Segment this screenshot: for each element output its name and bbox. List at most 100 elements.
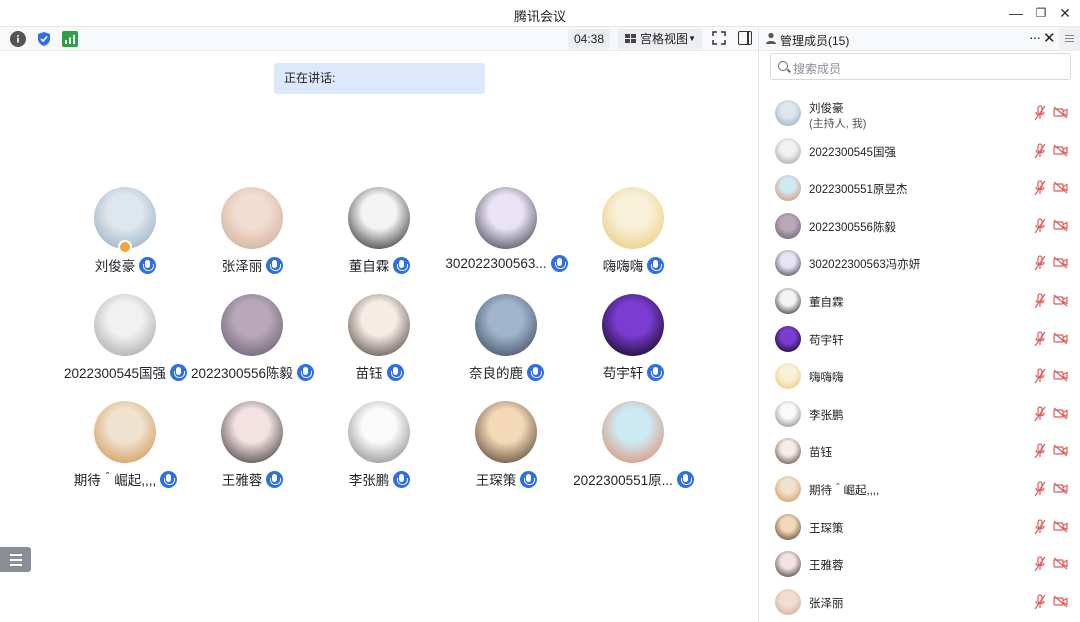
participant-name: 李张鹏 — [348, 473, 390, 488]
camera-off-icon[interactable] — [1053, 144, 1068, 157]
camera-off-icon[interactable] — [1053, 520, 1068, 533]
participant-name: 嗨嗨嗨 — [602, 259, 644, 274]
camera-off-icon[interactable] — [1053, 332, 1068, 345]
member-row[interactable]: 刘俊豪 (主持人, 我) — [759, 95, 1079, 133]
participant-tile[interactable]: 奈良的鹿 — [443, 294, 570, 394]
member-row[interactable]: 302022300563冯亦妍 — [759, 245, 1079, 283]
member-row[interactable]: 2022300556陈毅 — [759, 208, 1079, 246]
toggle-side-panel-icon[interactable] — [738, 31, 752, 45]
camera-off-icon[interactable] — [1053, 219, 1068, 232]
minimize-button[interactable]: — — [1003, 3, 1029, 23]
participant-tile[interactable]: 董自霖 — [316, 187, 443, 287]
security-shield-icon[interactable] — [36, 31, 52, 47]
member-row[interactable]: 2022300545国强 — [759, 133, 1079, 171]
muted-microphone-icon[interactable] — [1034, 330, 1046, 347]
muted-microphone-icon[interactable] — [1034, 293, 1046, 309]
grid-view-dropdown[interactable]: 宫格视图 ▼ — [618, 29, 702, 49]
member-role: (主持人, 我) — [809, 118, 867, 130]
participant-tile[interactable]: 302022300563... — [443, 187, 570, 287]
participant-tile[interactable]: 刘俊豪 — [62, 187, 189, 287]
member-row[interactable]: 李张鹏 — [759, 396, 1079, 434]
participant-tile[interactable]: 王琛策 — [443, 401, 570, 501]
camera-off-icon[interactable] — [1053, 256, 1068, 269]
signal-strength-icon[interactable] — [62, 31, 78, 47]
avatar — [348, 401, 410, 463]
camera-off-icon[interactable] — [1053, 294, 1068, 307]
muted-microphone-icon[interactable] — [1034, 594, 1046, 610]
list-toggle-icon[interactable] — [0, 547, 31, 572]
avatar — [775, 250, 801, 277]
member-search-input[interactable]: 搜索成员 — [770, 53, 1071, 80]
member-row[interactable]: 苟宇轩 — [759, 321, 1079, 359]
members-panel-header: 管理成员(15) ··· ✕ — [759, 27, 1059, 51]
close-panel-icon[interactable]: ✕ — [1043, 29, 1056, 47]
muted-microphone-icon[interactable] — [1034, 556, 1046, 572]
info-icon[interactable] — [10, 31, 26, 47]
fullscreen-icon[interactable] — [711, 30, 727, 46]
member-name: 2022300545国强 — [809, 146, 896, 159]
panel-menu-icon[interactable] — [1059, 27, 1080, 51]
participant-tile[interactable]: 2022300551原... — [570, 401, 697, 501]
member-row[interactable]: 2022300551原昱杰 — [759, 170, 1079, 208]
close-window-button[interactable]: ✕ — [1052, 3, 1078, 23]
microphone-icon — [527, 363, 544, 381]
avatar — [221, 401, 283, 463]
avatar — [775, 476, 801, 502]
meeting-timer: 04:38 — [568, 29, 610, 49]
muted-microphone-icon[interactable] — [1034, 180, 1046, 196]
member-row[interactable]: 苗钰 — [759, 433, 1079, 471]
avatar — [775, 100, 801, 126]
member-row[interactable]: 嗨嗨嗨 — [759, 358, 1079, 396]
avatar — [94, 401, 156, 463]
microphone-icon — [160, 470, 178, 488]
participant-tile[interactable]: 苗钰 — [316, 294, 443, 394]
camera-off-icon[interactable] — [1053, 106, 1068, 119]
member-row[interactable]: 张泽丽 — [759, 584, 1079, 622]
participant-tile[interactable]: 张泽丽 — [189, 187, 316, 287]
member-name: 期待＾崛起,,,, — [809, 485, 880, 497]
chevron-down-icon: ▼ — [688, 34, 696, 43]
muted-microphone-icon[interactable] — [1034, 368, 1046, 384]
member-row[interactable]: 期待＾崛起,,,, — [759, 471, 1079, 509]
muted-microphone-icon[interactable] — [1034, 518, 1046, 535]
muted-microphone-icon[interactable] — [1034, 406, 1046, 422]
participant-name-row: 苗钰 — [316, 362, 443, 382]
participant-tile[interactable]: 2022300556陈毅 — [189, 294, 316, 394]
camera-off-icon[interactable] — [1053, 181, 1068, 194]
camera-off-icon[interactable] — [1053, 557, 1068, 570]
avatar — [775, 137, 801, 164]
restore-button[interactable]: ❐ — [1028, 3, 1054, 23]
microphone-icon — [393, 470, 411, 488]
camera-off-icon[interactable] — [1053, 407, 1068, 420]
muted-microphone-icon[interactable] — [1034, 105, 1046, 121]
member-row[interactable]: 董自霖 — [759, 283, 1079, 321]
microphone-icon — [520, 470, 538, 488]
search-icon — [778, 61, 788, 71]
member-row[interactable]: 王琛策 — [759, 509, 1079, 547]
microphone-icon — [647, 256, 665, 274]
muted-microphone-icon[interactable] — [1034, 443, 1046, 459]
camera-off-icon[interactable] — [1053, 595, 1068, 608]
microphone-icon — [297, 363, 315, 381]
participant-tile[interactable]: 期待＾崛起,,,, — [62, 401, 189, 501]
camera-off-icon[interactable] — [1053, 369, 1068, 382]
participant-name-row: 奈良的鹿 — [443, 362, 570, 382]
member-row[interactable]: 王雅蓉 — [759, 546, 1079, 584]
participant-name: 刘俊豪 — [94, 259, 136, 274]
avatar — [475, 294, 537, 356]
view-label: 宫格视图 — [640, 32, 689, 46]
member-name: 嗨嗨嗨 — [809, 372, 844, 385]
muted-microphone-icon[interactable] — [1034, 481, 1046, 497]
participant-tile[interactable]: 嗨嗨嗨 — [570, 187, 697, 287]
participant-tile[interactable]: 李张鹏 — [316, 401, 443, 501]
avatar — [602, 401, 664, 463]
muted-microphone-icon[interactable] — [1034, 142, 1046, 159]
camera-off-icon[interactable] — [1053, 444, 1068, 457]
more-options-icon[interactable]: ··· — [1029, 29, 1041, 45]
camera-off-icon[interactable] — [1053, 482, 1068, 495]
muted-microphone-icon[interactable] — [1034, 218, 1046, 234]
muted-microphone-icon[interactable] — [1034, 255, 1046, 271]
participant-tile[interactable]: 苟宇轩 — [570, 294, 697, 394]
participant-tile[interactable]: 王雅蓉 — [189, 401, 316, 501]
participant-tile[interactable]: 2022300545国强 — [62, 294, 189, 394]
